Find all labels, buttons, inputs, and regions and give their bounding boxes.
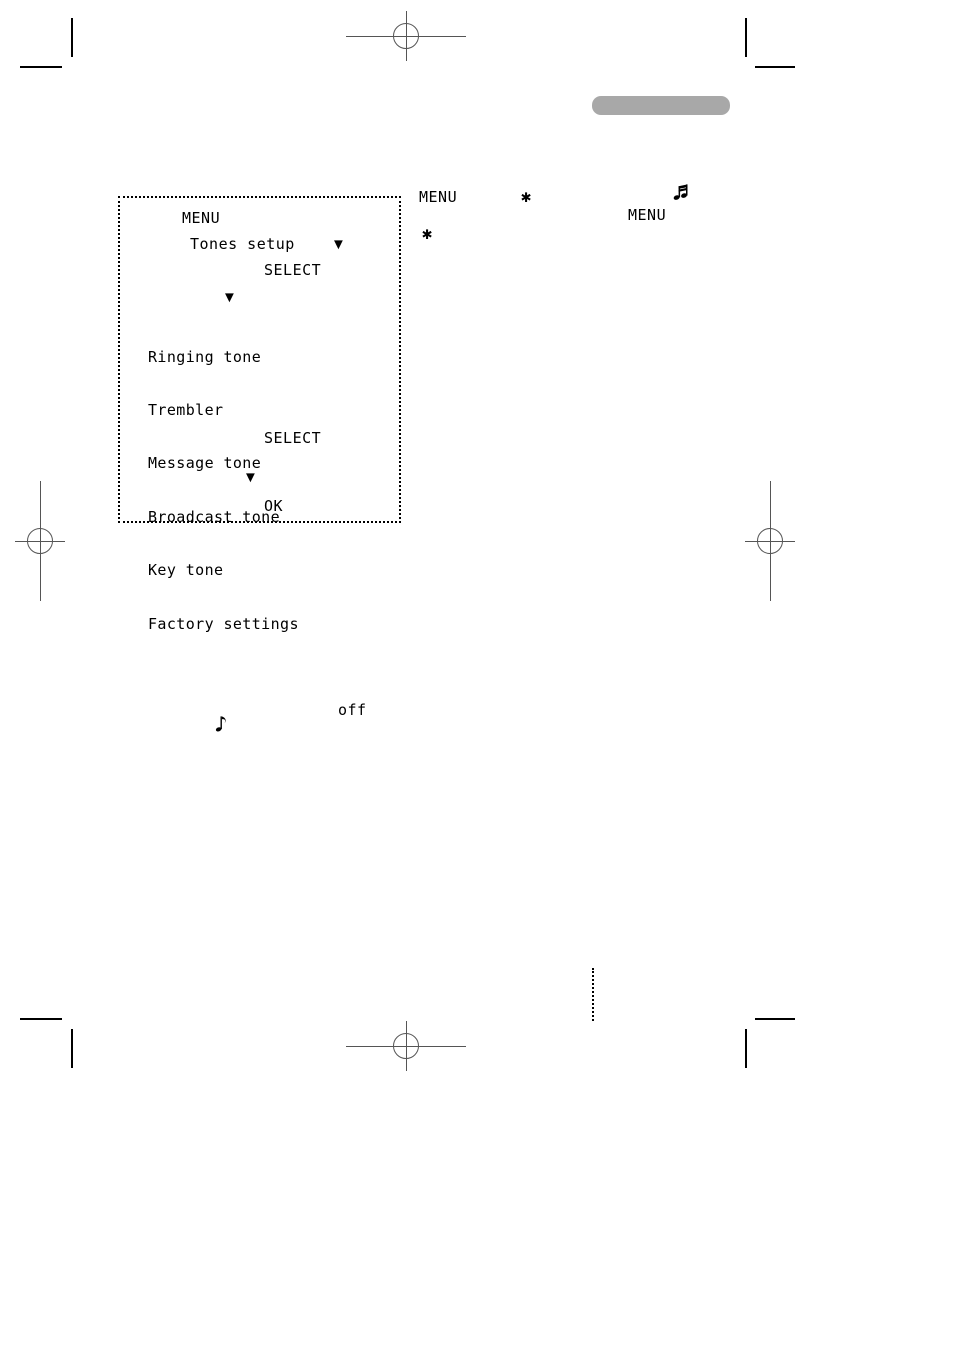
crop-mark-bottom-right-horizontal: [755, 1018, 795, 1020]
list-item-ringing-tone[interactable]: Ringing tone: [148, 348, 299, 367]
annotation-off-label: off: [338, 701, 367, 719]
annotation-menu-label-right: MENU: [628, 206, 667, 224]
list-item-trembler[interactable]: Trembler: [148, 401, 299, 420]
chevron-down-icon-selected[interactable]: ▼: [331, 237, 346, 252]
crop-mark-bottom-left-horizontal: [20, 1018, 62, 1020]
list-item-factory-settings[interactable]: Factory settings: [148, 615, 299, 634]
chevron-down-icon-scroll-low[interactable]: ▼: [243, 470, 258, 485]
asterisk-icon-top: ✱: [521, 187, 532, 207]
page-canvas: MENU Tones setup ▼ SELECT ▼ Ringing tone…: [0, 0, 954, 1351]
page-tab-marker: [592, 96, 730, 115]
lcd-softkey-select-top[interactable]: SELECT: [264, 261, 321, 279]
lcd-softkey-select-bottom[interactable]: SELECT: [264, 429, 321, 447]
chevron-down-icon-scroll-mid[interactable]: ▼: [222, 290, 237, 305]
asterisk-icon-below: ✱: [422, 224, 433, 244]
crop-mark-top-right-vertical: [745, 18, 747, 57]
lcd-title: MENU: [182, 209, 221, 227]
list-item-message-tone[interactable]: Message tone: [148, 455, 299, 473]
lcd-softkey-ok[interactable]: OK: [264, 497, 283, 515]
music-note-icon: [215, 714, 229, 738]
music-notes-icon: [672, 183, 692, 207]
crop-mark-bottom-right-vertical: [745, 1029, 747, 1068]
annotation-menu-label-left: MENU: [419, 188, 458, 206]
list-item-key-tone[interactable]: Key tone: [148, 561, 299, 580]
lcd-menu-list[interactable]: Ringing tone Trembler Message tone Broad…: [148, 313, 299, 669]
crop-mark-top-left-vertical: [71, 18, 73, 57]
lcd-screen-panel: MENU Tones setup ▼ SELECT ▼ Ringing tone…: [118, 196, 401, 632]
vertical-dotted-rule: [592, 968, 594, 1021]
crop-mark-top-right-horizontal: [755, 66, 795, 68]
lcd-selected-item[interactable]: Tones setup: [190, 235, 295, 253]
crop-mark-bottom-left-vertical: [71, 1029, 73, 1068]
crop-mark-top-left-horizontal: [20, 66, 62, 68]
